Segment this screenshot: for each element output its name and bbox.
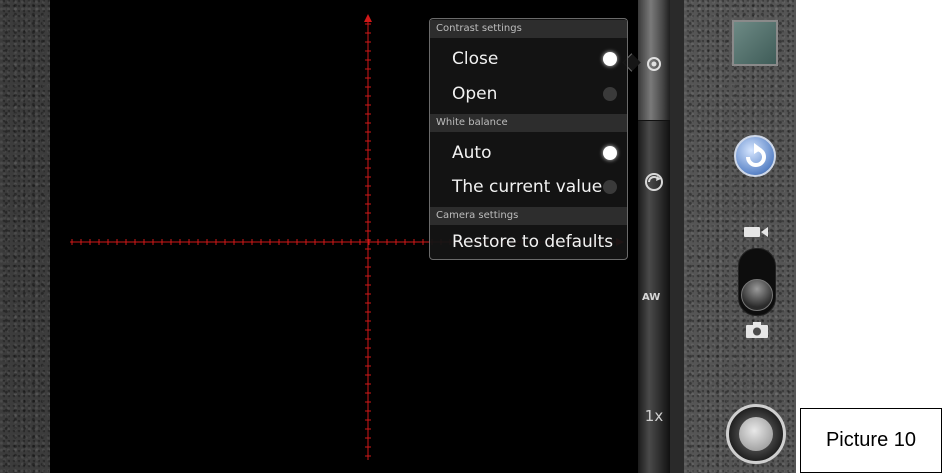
zoom-level[interactable]: 1x <box>640 406 668 426</box>
menu-item-contrast-close[interactable]: Close <box>430 42 627 76</box>
menu-item-wb-current[interactable]: The current value <box>430 170 627 204</box>
camera-icon <box>746 322 768 338</box>
section-header-white-balance: White balance <box>430 114 627 132</box>
section-header-camera-settings: Camera settings <box>430 207 627 225</box>
mode-slider-knob[interactable] <box>741 279 773 311</box>
shutter-button[interactable] <box>726 404 786 464</box>
video-icon <box>744 224 770 238</box>
switch-camera-icon[interactable] <box>734 135 776 177</box>
menu-item-restore-defaults[interactable]: Restore to defaults <box>430 225 627 259</box>
section-header-contrast: Contrast settings <box>430 20 627 38</box>
left-edge-panel <box>0 0 50 473</box>
contrast-icon[interactable] <box>644 54 664 74</box>
menu-item-wb-auto[interactable]: Auto <box>430 136 627 170</box>
menu-item-label: Close <box>452 49 499 69</box>
menu-item-label: Auto <box>452 143 492 163</box>
rotate-settings-icon[interactable] <box>642 170 666 194</box>
awb-label: AW <box>642 292 661 303</box>
settings-bar: AW 1x <box>638 0 670 473</box>
last-photo-thumbnail[interactable] <box>732 20 778 66</box>
radio-unselected[interactable] <box>603 87 617 101</box>
divider-strip <box>670 0 684 473</box>
mode-slider[interactable] <box>738 248 776 316</box>
settings-popup-menu: Contrast settings Close Open White balan… <box>429 18 628 260</box>
shutter-aperture-icon <box>739 417 773 451</box>
figure-caption: Picture 10 <box>800 408 942 473</box>
white-balance-auto-icon[interactable]: AW <box>642 290 668 306</box>
menu-item-label: Restore to defaults <box>452 232 614 252</box>
menu-item-contrast-open[interactable]: Open <box>430 77 627 111</box>
radio-selected[interactable] <box>603 146 617 160</box>
menu-item-label: The current value <box>452 177 603 197</box>
radio-unselected[interactable] <box>603 180 617 194</box>
crosshair-arrow-up <box>364 14 372 22</box>
menu-item-label: Open <box>452 84 498 104</box>
radio-selected[interactable] <box>603 52 617 66</box>
camera-control-panel <box>684 0 796 473</box>
